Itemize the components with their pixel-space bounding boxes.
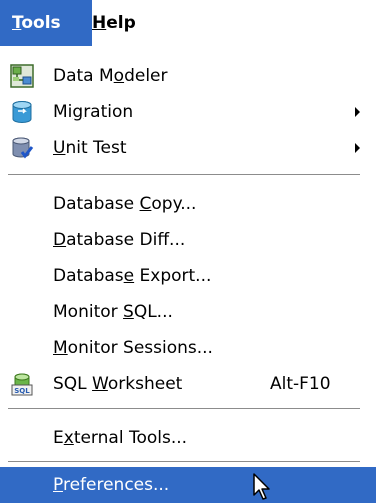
menu-item-external-tools[interactable]: External Tools... — [0, 420, 376, 456]
sql-worksheet-icon: SQL — [11, 373, 33, 396]
shortcut-label: Alt-F10 — [270, 374, 331, 394]
tools-dropdown-menu: Data Modeler Migration Unit Test Databas… — [0, 46, 376, 503]
menu-item-database-copy[interactable]: Database Copy... — [0, 186, 376, 222]
menu-tools[interactable]: Tools — [0, 0, 92, 46]
menu-item-data-modeler[interactable]: Data Modeler — [0, 58, 376, 94]
submenu-arrow-icon — [355, 143, 360, 153]
menu-separator — [8, 174, 360, 176]
menu-help[interactable]: Help — [80, 0, 148, 46]
mouse-cursor-icon — [253, 473, 270, 500]
migration-icon — [12, 101, 32, 123]
menu-item-unit-test[interactable]: Unit Test — [0, 130, 376, 166]
menu-separator — [8, 408, 360, 410]
menu-separator — [8, 461, 360, 463]
menu-bar: Tools Help — [0, 0, 376, 46]
menu-item-sql-worksheet[interactable]: SQL SQL Worksheet Alt-F10 — [0, 366, 376, 402]
submenu-arrow-icon — [355, 107, 360, 117]
menu-item-migration[interactable]: Migration — [0, 94, 376, 130]
data-modeler-icon — [10, 64, 34, 88]
menu-item-preferences[interactable]: Preferences... — [0, 467, 376, 503]
menu-item-monitor-sessions[interactable]: Monitor Sessions... — [0, 330, 376, 366]
menu-item-database-export[interactable]: Database Export... — [0, 258, 376, 294]
menu-item-monitor-sql[interactable]: Monitor SQL... — [0, 294, 376, 330]
unit-test-icon — [12, 137, 34, 159]
svg-text:SQL: SQL — [14, 387, 30, 395]
menu-item-database-diff[interactable]: Database Diff... — [0, 222, 376, 258]
